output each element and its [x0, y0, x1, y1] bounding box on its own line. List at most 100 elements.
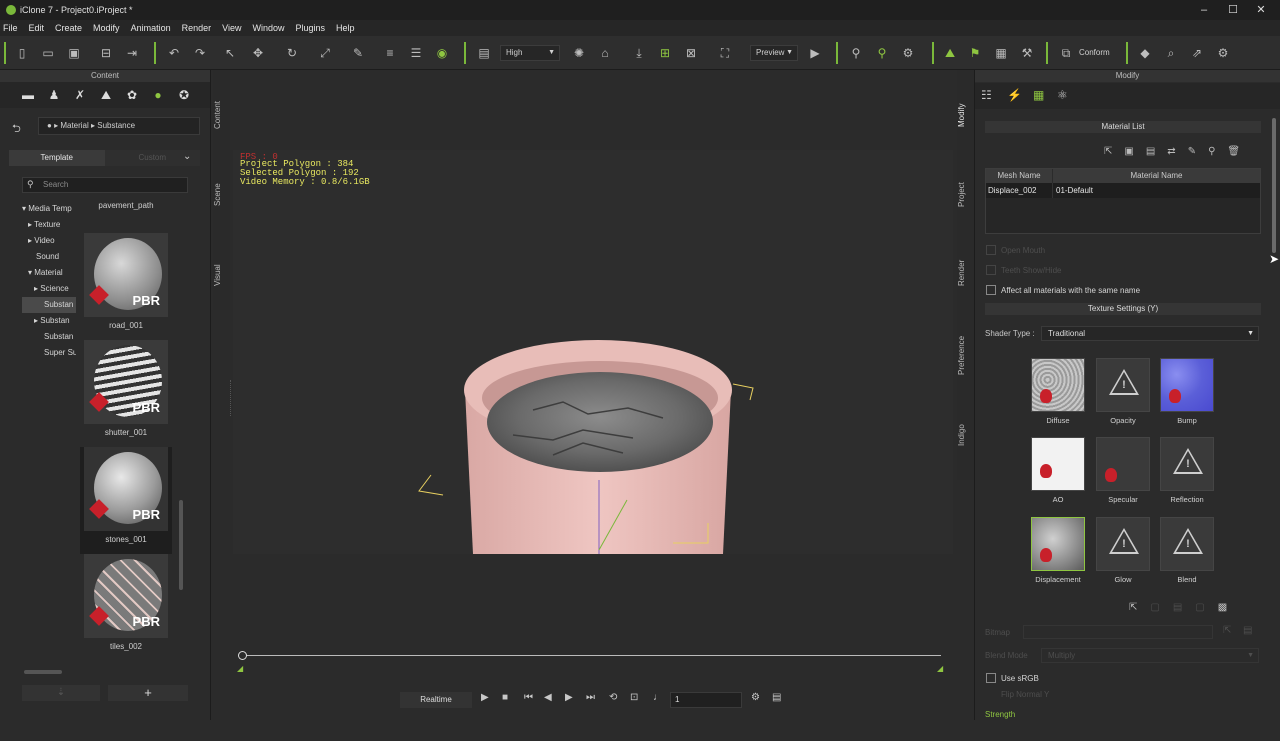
start-marker-icon[interactable]: ◢	[237, 664, 243, 673]
material-item[interactable]: pavement_path	[80, 201, 172, 220]
audio-icon[interactable]: ♩	[653, 692, 663, 703]
material-item[interactable]: PBR road_001	[80, 233, 172, 340]
ref-material-icon[interactable]: ▤	[1146, 146, 1167, 157]
tool-icon[interactable]: ⚒	[1019, 45, 1035, 61]
grid-icon[interactable]: ⊞	[657, 45, 673, 61]
material-tab-icon[interactable]: ▦	[1033, 88, 1044, 102]
remove-bitmap-icon[interactable]: ▤	[1243, 625, 1252, 636]
record-icon[interactable]: ⊡	[630, 692, 638, 703]
maximize-icon[interactable]: ☐	[1226, 3, 1240, 17]
blend-mode-dropdown[interactable]: Multiply ▼	[1041, 648, 1259, 663]
conform-label[interactable]: Conform	[1079, 48, 1110, 57]
physics-tab-icon[interactable]: ⚛	[1057, 88, 1068, 102]
soft-body-icon[interactable]: ⚲	[874, 45, 890, 61]
visibility-eye-icon[interactable]: ◉	[434, 45, 450, 61]
options-chevron-icon[interactable]: ⌄	[183, 151, 191, 162]
animation-icon[interactable]: ⚡	[1007, 88, 1022, 102]
snap-icon[interactable]: ⊠	[683, 45, 699, 61]
prev-frame-icon[interactable]: ◀	[544, 692, 552, 703]
share-icon[interactable]: ⇗	[1189, 45, 1205, 61]
breadcrumb-material[interactable]: Material	[60, 121, 88, 130]
tree-item[interactable]: ▸ Video	[22, 233, 76, 249]
save-material-icon[interactable]: ▣	[1124, 146, 1145, 157]
menu-plugins[interactable]: Plugins	[296, 23, 326, 33]
tab-template[interactable]: Template	[9, 150, 105, 166]
texture-slot-diffuse[interactable]: Diffuse	[1031, 358, 1085, 425]
attributes-icon[interactable]: ☷	[981, 88, 992, 102]
home-icon[interactable]: ⌂	[597, 45, 613, 61]
use-srgb-checkbox[interactable]	[986, 673, 996, 683]
teeth-checkbox[interactable]	[986, 265, 996, 275]
import-icon[interactable]: ⊟	[98, 45, 114, 61]
terrain-icon[interactable]: ⛰	[942, 45, 958, 61]
modify-panel-scrollbar[interactable]	[1272, 118, 1276, 253]
side-tab-preference[interactable]: Preference	[957, 325, 974, 385]
open-mouth-checkbox[interactable]	[986, 245, 996, 255]
tree-item[interactable]: ▾ Media Temp	[22, 201, 76, 217]
motion-icon[interactable]: ✗	[72, 87, 88, 103]
tree-item[interactable]: Sound	[22, 249, 76, 265]
tree-item[interactable]: Substan	[22, 329, 76, 345]
prev-key-icon[interactable]: ⏮	[524, 692, 533, 703]
material-item-selected[interactable]: PBR stones_001	[80, 447, 172, 554]
menu-create[interactable]: Create	[55, 23, 82, 33]
paint-material-icon[interactable]: ⚲	[1208, 146, 1227, 157]
side-tab-indigo[interactable]: Indigo	[957, 410, 974, 460]
camera-icon[interactable]: ▶	[807, 45, 823, 61]
menu-help[interactable]: Help	[336, 23, 355, 33]
play-icon[interactable]: ▶	[481, 692, 489, 703]
fit-view-icon[interactable]: ⛶	[717, 45, 733, 61]
menu-window[interactable]: Window	[252, 23, 284, 33]
tree-item-selected[interactable]: Substan	[22, 297, 76, 313]
conform-icon[interactable]: ⧉	[1058, 45, 1074, 61]
affect-all-checkbox[interactable]	[986, 285, 996, 295]
move-icon[interactable]: ✥	[250, 45, 266, 61]
loop-icon[interactable]: ⟲	[609, 692, 617, 703]
tree-item[interactable]: ▾ Material	[22, 265, 76, 281]
side-tab-project[interactable]: Project	[957, 170, 974, 220]
quality-dropdown[interactable]: High ▼	[500, 45, 560, 61]
browse-bitmap-icon[interactable]: ⇱	[1223, 625, 1231, 636]
load-texture-icon[interactable]: ⇱	[1129, 602, 1150, 613]
constraint-icon[interactable]: ⚙	[900, 45, 916, 61]
open-file-icon[interactable]: ▭	[40, 45, 56, 61]
undo-icon[interactable]: ↶	[166, 45, 182, 61]
menu-edit[interactable]: Edit	[29, 23, 45, 33]
frame-input[interactable]: 1	[670, 692, 742, 708]
export-icon[interactable]: ⇥	[124, 45, 140, 61]
table-row[interactable]: Displace_002 01-Default	[986, 183, 1260, 198]
stage-icon[interactable]: ⛰	[98, 87, 114, 103]
panel-resize-handle[interactable]	[230, 380, 232, 416]
thumbnail-scrollbar[interactable]	[179, 500, 183, 590]
download-button[interactable]: ⇣	[22, 685, 100, 701]
material-list-header[interactable]: Material List	[985, 121, 1261, 133]
preview-dropdown[interactable]: Preview ▼	[750, 45, 798, 61]
material-icon[interactable]: ●	[150, 87, 166, 103]
zoom-icon[interactable]: ⌕	[1163, 45, 1179, 61]
texture-info-icon[interactable]: ▤	[1173, 602, 1195, 613]
edit-texture-icon[interactable]: ▢	[1150, 602, 1172, 613]
physics-icon[interactable]: ⚲	[848, 45, 864, 61]
load-material-icon[interactable]: ⇱	[1104, 146, 1124, 157]
texture-slot-displacement[interactable]: Displacement	[1031, 517, 1085, 584]
tree-item[interactable]: ▸ Substan	[22, 313, 76, 329]
save-icon[interactable]: ▣	[66, 45, 82, 61]
tree-item[interactable]: Super Su	[22, 345, 76, 361]
redo-icon[interactable]: ↷	[192, 45, 208, 61]
material-root-icon[interactable]: ●	[47, 121, 52, 130]
breadcrumb-substance[interactable]: Substance	[97, 121, 135, 130]
side-tab-render[interactable]: Render	[957, 248, 974, 298]
swap-material-icon[interactable]: ⇄	[1167, 146, 1187, 157]
tree-item[interactable]: ▸ Texture	[22, 217, 76, 233]
actor-icon[interactable]: ♟	[46, 87, 62, 103]
texture-slot-blend[interactable]: ! Blend	[1160, 517, 1214, 584]
timeline-toggle-icon[interactable]: ▤	[772, 692, 781, 703]
next-frame-icon[interactable]: ▶	[565, 692, 573, 703]
close-icon[interactable]: ✕	[1254, 3, 1268, 17]
timeline-track[interactable]	[243, 655, 941, 656]
texture-slot-opacity[interactable]: ! Opacity	[1096, 358, 1150, 425]
material-item[interactable]: PBR shutter_001	[80, 340, 172, 447]
texture-slot-ao[interactable]: AO	[1031, 437, 1085, 504]
back-icon[interactable]: ⮌	[12, 120, 21, 139]
delete-material-icon[interactable]: 🗑	[1227, 146, 1252, 157]
